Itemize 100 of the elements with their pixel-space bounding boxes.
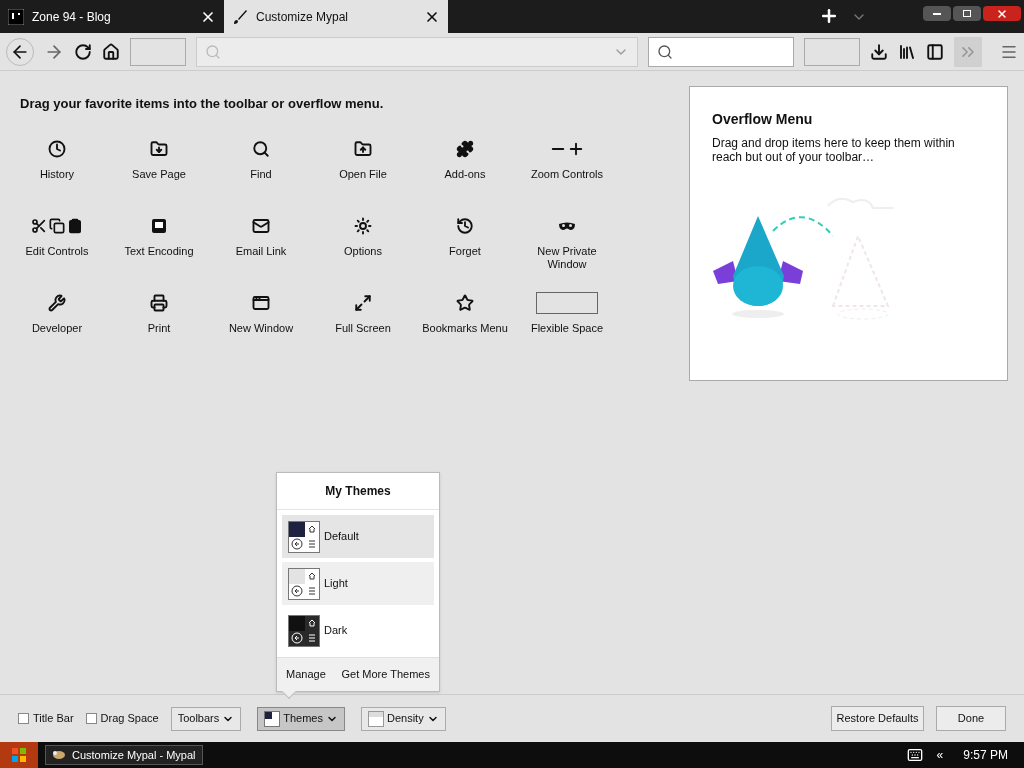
checkbox-label: Title Bar bbox=[33, 711, 74, 727]
palette-item-label: Options bbox=[343, 244, 383, 258]
search-icon bbox=[252, 139, 270, 158]
theme-thumbnail bbox=[288, 614, 320, 647]
palette-item[interactable]: Flexible Space bbox=[516, 289, 618, 354]
palette-item-label: Email Link bbox=[234, 244, 288, 258]
minimize-icon bbox=[933, 12, 941, 15]
palette-item-label: Find bbox=[249, 167, 273, 181]
popup-link[interactable]: Manage bbox=[286, 666, 326, 683]
tab-title: Zone 94 - Blog bbox=[32, 8, 112, 26]
panel-description: Drag and drop items here to keep them within reach but out of your toolbar… bbox=[712, 136, 956, 164]
palette-item-label: Developer bbox=[30, 321, 84, 335]
taskbar-item[interactable]: Customize Mypal - Mypal bbox=[45, 745, 203, 765]
footer-button[interactable]: Done bbox=[936, 706, 1006, 731]
palette-item-label: Forget bbox=[448, 244, 482, 258]
library-icon[interactable] bbox=[898, 42, 916, 61]
theme-option[interactable]: Default bbox=[282, 515, 434, 558]
palette-item-label: Flexible Space bbox=[529, 321, 605, 335]
palette-item-label: Print bbox=[146, 321, 172, 335]
close-window-button[interactable] bbox=[983, 6, 1021, 21]
brush-icon bbox=[232, 8, 248, 25]
reload-icon[interactable] bbox=[74, 42, 92, 61]
palette-item[interactable]: New Window bbox=[210, 289, 312, 354]
folder-up-icon bbox=[354, 139, 372, 158]
encoding-icon bbox=[150, 216, 168, 235]
tab-title: Customize Mypal bbox=[256, 8, 350, 26]
new-tab-icon[interactable] bbox=[819, 6, 839, 26]
restore-button[interactable] bbox=[953, 6, 981, 21]
close-icon bbox=[996, 7, 1008, 20]
palette-item[interactable]: Developer bbox=[6, 289, 108, 354]
download-icon[interactable] bbox=[870, 42, 888, 61]
palette-item-label: Edit Controls bbox=[24, 244, 90, 258]
star-icon bbox=[456, 293, 474, 312]
flexible-space-box bbox=[536, 291, 598, 314]
checkbox-label: Drag Space bbox=[100, 711, 159, 727]
popup-link[interactable]: Get More Themes bbox=[341, 666, 430, 683]
expand-icon bbox=[354, 293, 372, 312]
menu-button[interactable]: Themes bbox=[257, 706, 345, 731]
start-button[interactable] bbox=[0, 742, 38, 768]
popup-title: My Themes bbox=[277, 473, 439, 510]
mask-icon bbox=[558, 220, 576, 231]
palette-item-label: New Private Window bbox=[536, 244, 598, 271]
palette-item-label: Bookmarks Menu bbox=[421, 321, 509, 335]
empty-toolbar-slot bbox=[130, 37, 186, 66]
palette-item[interactable]: Full Screen bbox=[312, 289, 414, 354]
palette-item[interactable]: Open File bbox=[312, 135, 414, 200]
theme-icon bbox=[264, 710, 281, 727]
windows-logo-icon bbox=[11, 747, 27, 763]
palette-item[interactable]: Find bbox=[210, 135, 312, 200]
theme-option[interactable]: Light bbox=[282, 562, 434, 605]
browser-tab[interactable]: Customize Mypal bbox=[224, 0, 448, 33]
palette-item[interactable]: Options bbox=[312, 212, 414, 277]
minimize-button[interactable] bbox=[923, 6, 951, 21]
sidebar-icon[interactable] bbox=[926, 42, 944, 61]
palette-item[interactable]: Add-ons bbox=[414, 135, 516, 200]
palette-item-label: Zoom Controls bbox=[529, 167, 605, 181]
palette-item-label: Add-ons bbox=[443, 167, 487, 181]
puzzle-icon bbox=[456, 139, 474, 158]
palette-item[interactable]: Email Link bbox=[210, 212, 312, 277]
checkbox[interactable] bbox=[85, 713, 97, 724]
theme-thumbnail bbox=[288, 520, 320, 553]
palette-item-label: History bbox=[38, 167, 76, 181]
home-icon[interactable] bbox=[102, 42, 120, 61]
palette-item[interactable]: Edit Controls bbox=[6, 212, 108, 277]
search-icon bbox=[205, 43, 221, 60]
clock-text: 9:57 PM bbox=[963, 747, 1008, 764]
palette-item-label: New Window bbox=[227, 321, 295, 335]
checkbox[interactable] bbox=[18, 713, 29, 724]
palette-item[interactable]: Text Encoding bbox=[108, 212, 210, 277]
palette-item[interactable]: Save Page bbox=[108, 135, 210, 200]
theme-thumbnail bbox=[288, 567, 320, 600]
clock-icon bbox=[48, 139, 66, 158]
edit-controls-icon bbox=[31, 217, 83, 234]
new-window-icon bbox=[252, 293, 270, 312]
menu-button[interactable]: Density bbox=[360, 706, 446, 731]
history-icon bbox=[456, 216, 474, 235]
palette-item-label: Save Page bbox=[131, 167, 187, 181]
palette-item-label: Full Screen bbox=[334, 321, 392, 335]
sun-icon bbox=[354, 216, 372, 235]
search-field[interactable] bbox=[648, 36, 794, 67]
footer-button[interactable]: Restore Defaults bbox=[831, 706, 924, 731]
empty-toolbar-slot bbox=[804, 37, 860, 66]
menu-button[interactable]: Toolbars bbox=[170, 706, 242, 731]
palette-item[interactable]: Forget bbox=[414, 212, 516, 277]
instruction-text: Drag your favorite items into the toolbar or overflow menu. bbox=[20, 95, 385, 113]
palette-item[interactable]: Zoom Controls bbox=[516, 135, 618, 200]
palette-item[interactable]: History bbox=[6, 135, 108, 200]
palette-item-label: Open File bbox=[338, 167, 388, 181]
palette-item[interactable]: Print bbox=[108, 289, 210, 354]
printer-icon bbox=[150, 293, 168, 312]
app-icon bbox=[52, 749, 66, 761]
restore-icon bbox=[963, 10, 971, 17]
keyboard-icon[interactable] bbox=[906, 747, 923, 763]
tray-toggle[interactable]: « bbox=[936, 746, 944, 764]
wrench-icon bbox=[48, 293, 66, 312]
palette-item[interactable]: Bookmarks Menu bbox=[414, 289, 516, 354]
palette-item[interactable]: New Private Window bbox=[516, 212, 618, 277]
folder-down-icon bbox=[150, 139, 168, 158]
palette-item-label: Text Encoding bbox=[123, 244, 195, 258]
density-icon bbox=[367, 710, 384, 727]
